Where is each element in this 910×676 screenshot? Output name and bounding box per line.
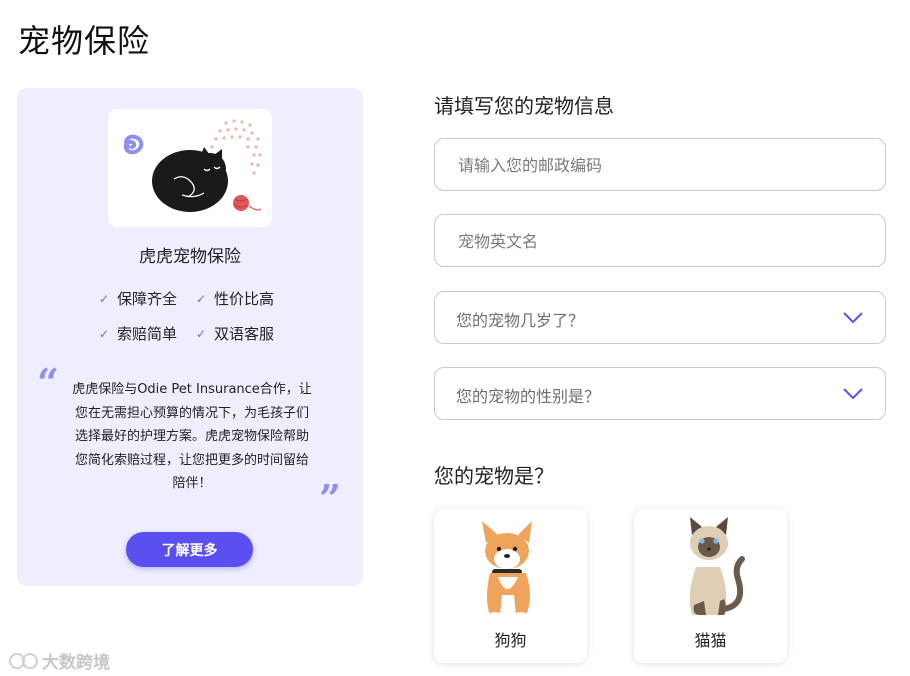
sleeping-cat-illustration xyxy=(123,119,262,212)
check-icon: ✓ xyxy=(196,326,207,341)
insurance-info-card: 虎虎宠物保险 ✓ 保障齐全 ✓ 性价比高 ✓ 索赔简单 ✓ 双语客服 “ 虎虎保… xyxy=(17,88,363,586)
dog-illustration xyxy=(482,521,532,618)
pet-type-title: 您的宠物是？ xyxy=(434,464,554,488)
pet-gender-select[interactable]: 您的宠物的性别是？ xyxy=(434,367,886,420)
feature-list: ✓ 保障齐全 ✓ 性价比高 ✓ 索赔简单 ✓ 双语客服 xyxy=(99,288,299,344)
quote-line: 您简化索赔过程，让您把更多的时间留给 xyxy=(74,452,309,468)
quote-line: 选择最好的护理方案。虎虎宠物保险帮助 xyxy=(74,429,309,444)
check-icon: ✓ xyxy=(99,326,110,341)
page-title: 宠物保险 xyxy=(18,22,151,60)
watermark: 大数跨境 xyxy=(8,648,110,673)
product-logo xyxy=(108,109,272,227)
pet-option-cat[interactable]: 猫猫 xyxy=(634,509,787,663)
feature-item: ✓ 索赔简单 xyxy=(99,323,196,344)
watermark-text: 大数跨境 xyxy=(42,653,110,673)
check-icon: ✓ xyxy=(99,291,110,306)
feature-label: 保障齐全 xyxy=(117,290,178,308)
pet-gender-select-label: 您的宠物的性别是？ xyxy=(456,387,601,406)
pet-option-dog[interactable]: 狗狗 xyxy=(434,509,587,663)
pet-age-select-label: 您的宠物几岁了？ xyxy=(456,311,585,330)
quote-line: 陪伴！ xyxy=(172,476,212,491)
pet-name-field xyxy=(434,214,886,268)
pet-name-input[interactable] xyxy=(456,215,840,268)
product-name: 虎虎宠物保险 xyxy=(139,247,241,267)
learn-more-button[interactable]: 了解更多 xyxy=(126,532,253,567)
feature-item: ✓ 保障齐全 xyxy=(99,288,196,309)
chevron-down-icon xyxy=(843,312,863,324)
feature-item: ✓ 双语客服 xyxy=(196,323,296,344)
pet-option-label: 狗狗 xyxy=(494,631,527,650)
cat-illustration xyxy=(689,517,745,615)
feature-label: 双语客服 xyxy=(214,325,275,343)
form-title: 请填写您的宠物信息 xyxy=(434,94,614,118)
zip-code-field xyxy=(434,138,886,192)
feature-item: ✓ 性价比高 xyxy=(196,288,296,309)
close-quote-icon: ” xyxy=(319,476,341,521)
testimonial-quote: 虎虎保险与Odie Pet Insurance合作，让 您在无需担心预算的情况下… xyxy=(63,378,321,496)
feature-label: 索赔简单 xyxy=(117,325,178,343)
quote-line: 您在无需担心预算的情况下，为毛孩子们 xyxy=(74,405,309,421)
quote-line: 虎虎保险与Odie Pet Insurance合作，让 xyxy=(72,382,312,397)
pet-option-label: 猫猫 xyxy=(694,631,727,650)
open-quote-icon: “ xyxy=(37,360,59,405)
pet-age-select[interactable]: 您的宠物几岁了？ xyxy=(434,291,886,344)
zip-code-input[interactable] xyxy=(456,139,840,192)
feature-label: 性价比高 xyxy=(214,290,275,308)
chevron-down-icon xyxy=(843,388,863,400)
watermark-logo-icon xyxy=(9,652,38,669)
check-icon: ✓ xyxy=(196,291,207,306)
